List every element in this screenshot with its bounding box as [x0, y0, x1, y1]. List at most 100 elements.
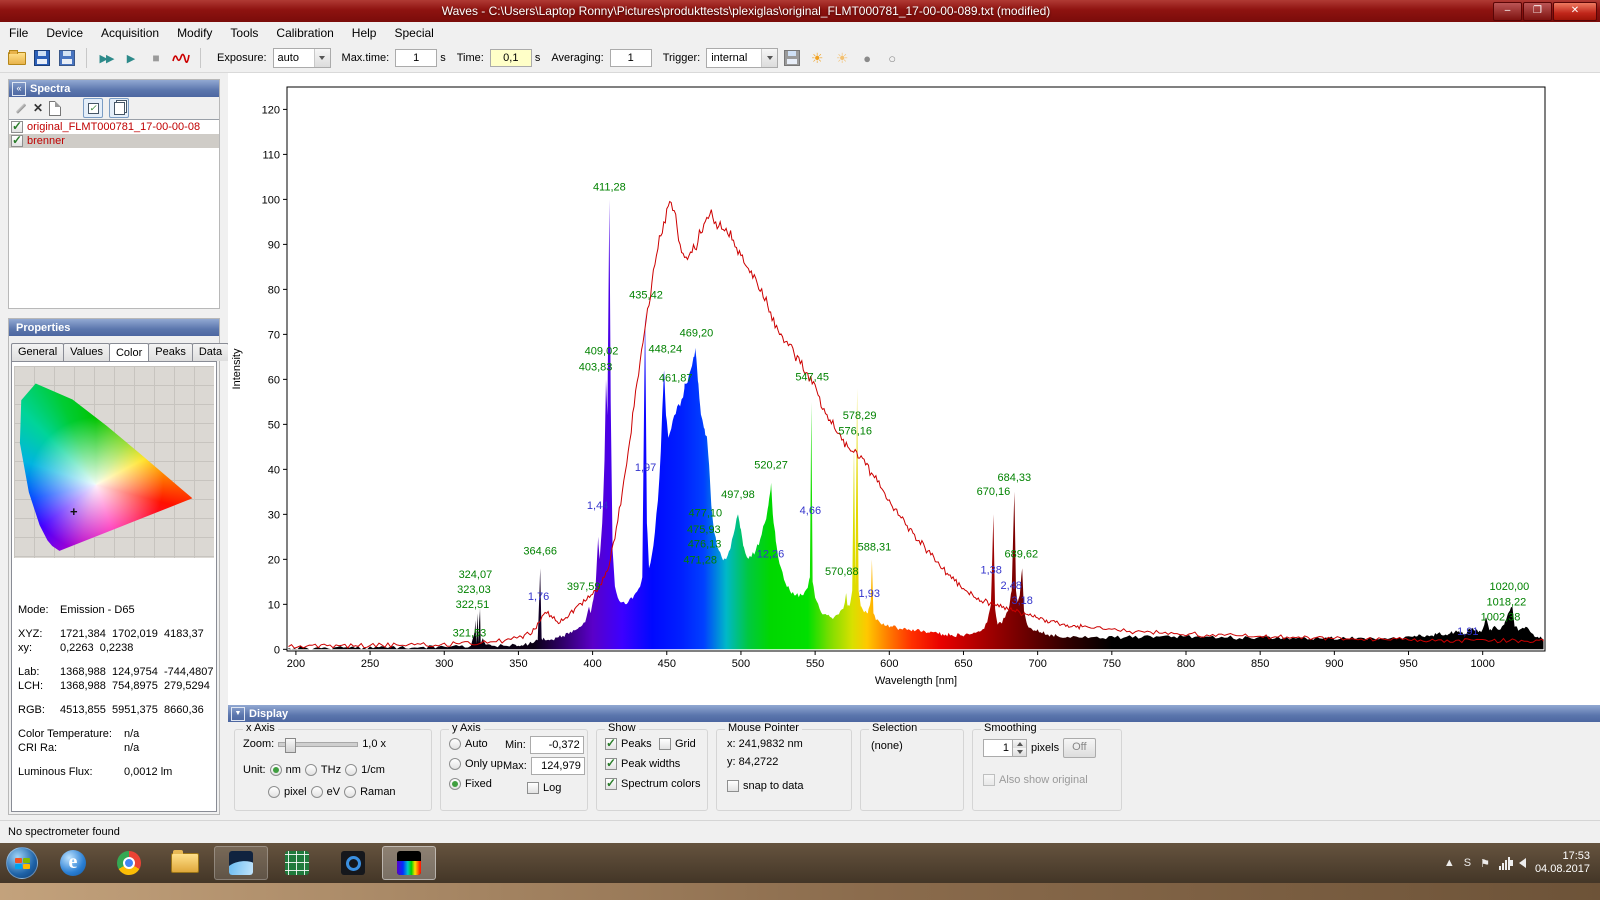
- select-all-toggle[interactable]: ✓: [83, 98, 103, 118]
- pin-icon[interactable]: [16, 103, 27, 114]
- taskbar-ie-button[interactable]: e: [46, 846, 100, 880]
- svg-text:670,16: 670,16: [977, 486, 1011, 498]
- save-all-button[interactable]: [56, 47, 78, 69]
- log-checkbox[interactable]: [527, 782, 539, 794]
- copy-spectra-toggle[interactable]: [109, 98, 129, 118]
- taskbar-chrome-button[interactable]: [102, 846, 156, 880]
- svg-text:900: 900: [1325, 658, 1343, 670]
- menu-acquisition[interactable]: Acquisition: [92, 23, 168, 43]
- volume-icon[interactable]: [1519, 858, 1526, 868]
- peaks-checkb ox[interactable]: [605, 738, 617, 750]
- start-acquisition-button[interactable]: ▶: [120, 47, 142, 69]
- maxtime-input[interactable]: 1: [395, 49, 437, 67]
- tab-values[interactable]: Values: [63, 343, 110, 361]
- menu-tools[interactable]: Tools: [221, 23, 267, 43]
- save-button[interactable]: [31, 47, 53, 69]
- taskbar-waves-button[interactable]: [382, 846, 436, 880]
- taskbar-spreadsheet-button[interactable]: [270, 846, 324, 880]
- smoothing-off-button[interactable]: Off: [1063, 738, 1095, 758]
- taskbar-explorer-button[interactable]: [158, 846, 212, 880]
- unit-pixel-radio[interactable]: [268, 786, 280, 798]
- unit-raman-radio[interactable]: [344, 786, 356, 798]
- continuous-scan-button[interactable]: [170, 47, 192, 69]
- start-button[interactable]: [6, 847, 38, 879]
- record-dark-button[interactable]: ●: [856, 47, 878, 69]
- menu-special[interactable]: Special: [385, 23, 442, 43]
- spectra-panel: « Spectra ✕ ✓ original_FLMT000781_17-00-…: [8, 79, 220, 309]
- tray-expand-icon[interactable]: ▲: [1444, 857, 1455, 869]
- svg-text:850: 850: [1251, 658, 1269, 670]
- max-input[interactable]: 124,979: [531, 757, 585, 775]
- minimize-button[interactable]: –: [1493, 2, 1522, 21]
- taskbar-clock[interactable]: 17:53 04.08.2017: [1535, 850, 1590, 876]
- svg-text:800: 800: [1177, 658, 1195, 670]
- display-panel-header[interactable]: ▼ Display: [228, 705, 1600, 722]
- spectrum-colors-checkbox[interactable]: [605, 778, 617, 790]
- smoothing-spinner[interactable]: 1: [983, 739, 1027, 757]
- taskbar-disc-button[interactable]: [326, 846, 380, 880]
- unit-ev-radio[interactable]: [311, 786, 323, 798]
- properties-panel-header[interactable]: Properties: [9, 319, 219, 336]
- svg-text:324,07: 324,07: [459, 569, 493, 581]
- title-bar[interactable]: Waves - C:\Users\Laptop Ronny\Pictures\p…: [0, 0, 1600, 22]
- tray-flag-icon[interactable]: ⚑: [1480, 857, 1490, 870]
- unit-1cm-radio[interactable]: [345, 764, 357, 776]
- stop-acquisition-button[interactable]: ■: [145, 47, 167, 69]
- waves-app-icon: [397, 851, 421, 875]
- record-light-button[interactable]: ○: [881, 47, 903, 69]
- single-acquisition-button[interactable]: ▶▶: [95, 47, 117, 69]
- svg-text:30: 30: [268, 509, 280, 521]
- new-document-icon[interactable]: [49, 101, 61, 116]
- menu-device[interactable]: Device: [37, 23, 92, 43]
- menu-file[interactable]: File: [0, 23, 37, 43]
- yaxis-auto-radio[interactable]: [449, 738, 461, 750]
- menu-calibration[interactable]: Calibration: [267, 23, 342, 43]
- light-reference-button[interactable]: ☀: [806, 47, 828, 69]
- tab-general[interactable]: General: [11, 343, 64, 361]
- yaxis-onlyup-radio[interactable]: [449, 758, 461, 770]
- averaging-input[interactable]: 1: [610, 49, 652, 67]
- also-show-original-checkbox[interactable]: [983, 774, 995, 786]
- chrome-icon: [117, 851, 141, 875]
- zoom-slider-thumb[interactable]: [285, 738, 296, 753]
- spectrum-list-item[interactable]: original_FLMT000781_17-00-00-08: [9, 120, 219, 134]
- spectrum-list-item[interactable]: brenner: [9, 134, 219, 148]
- tab-data[interactable]: Data: [192, 343, 229, 361]
- open-file-button[interactable]: [6, 47, 28, 69]
- grid-checkbox[interactable]: [659, 738, 671, 750]
- trigger-dropdown[interactable]: internal: [706, 48, 778, 68]
- zoom-slider[interactable]: [278, 742, 358, 747]
- cie-horseshoe: [18, 370, 208, 552]
- close-button[interactable]: ✕: [1553, 2, 1597, 21]
- exposure-dropdown[interactable]: auto: [273, 48, 331, 68]
- tab-peaks[interactable]: Peaks: [148, 343, 193, 361]
- spectrum-chart[interactable]: 2002503003504004505005506006507007508008…: [228, 73, 1600, 705]
- taskbar-photos-button[interactable]: [214, 846, 268, 880]
- svg-text:689,62: 689,62: [1004, 549, 1038, 561]
- tray-app-icon[interactable]: S: [1464, 857, 1471, 869]
- menu-modify[interactable]: Modify: [168, 23, 221, 43]
- snap-to-data-checkbox[interactable]: [727, 780, 739, 792]
- spinner-arrows[interactable]: [1013, 739, 1027, 757]
- delete-spectrum-icon[interactable]: ✕: [33, 101, 43, 115]
- collapse-display-icon[interactable]: ▼: [231, 707, 245, 721]
- menu-help[interactable]: Help: [343, 23, 386, 43]
- restore-button[interactable]: ❐: [1523, 2, 1552, 21]
- spectrum-plot[interactable]: 2002503003504004505005506006507007508008…: [228, 73, 1600, 705]
- min-input[interactable]: -0,372: [530, 736, 584, 754]
- tab-color[interactable]: Color: [109, 343, 149, 361]
- save-spectrum-button[interactable]: [781, 47, 803, 69]
- yaxis-fixed-radio[interactable]: [449, 778, 461, 790]
- unit-nm-radio[interactable]: [270, 764, 282, 776]
- collapse-panel-icon[interactable]: «: [12, 82, 26, 96]
- dark-reference-button[interactable]: ☀: [831, 47, 853, 69]
- peak-widths-checkbox[interactable]: [605, 758, 617, 770]
- yaxis-fixed-label: Fixed: [465, 778, 492, 790]
- unit-thz-radio[interactable]: [305, 764, 317, 776]
- spectrum-visibility-checkbox[interactable]: [11, 135, 23, 147]
- smoothing-value[interactable]: 1: [983, 739, 1013, 757]
- time-input[interactable]: 0,1: [490, 49, 532, 67]
- spectrum-visibility-checkbox[interactable]: [11, 121, 23, 133]
- spectra-panel-header[interactable]: « Spectra: [9, 80, 219, 97]
- yaxis-onlyup-label: Only up: [465, 758, 503, 770]
